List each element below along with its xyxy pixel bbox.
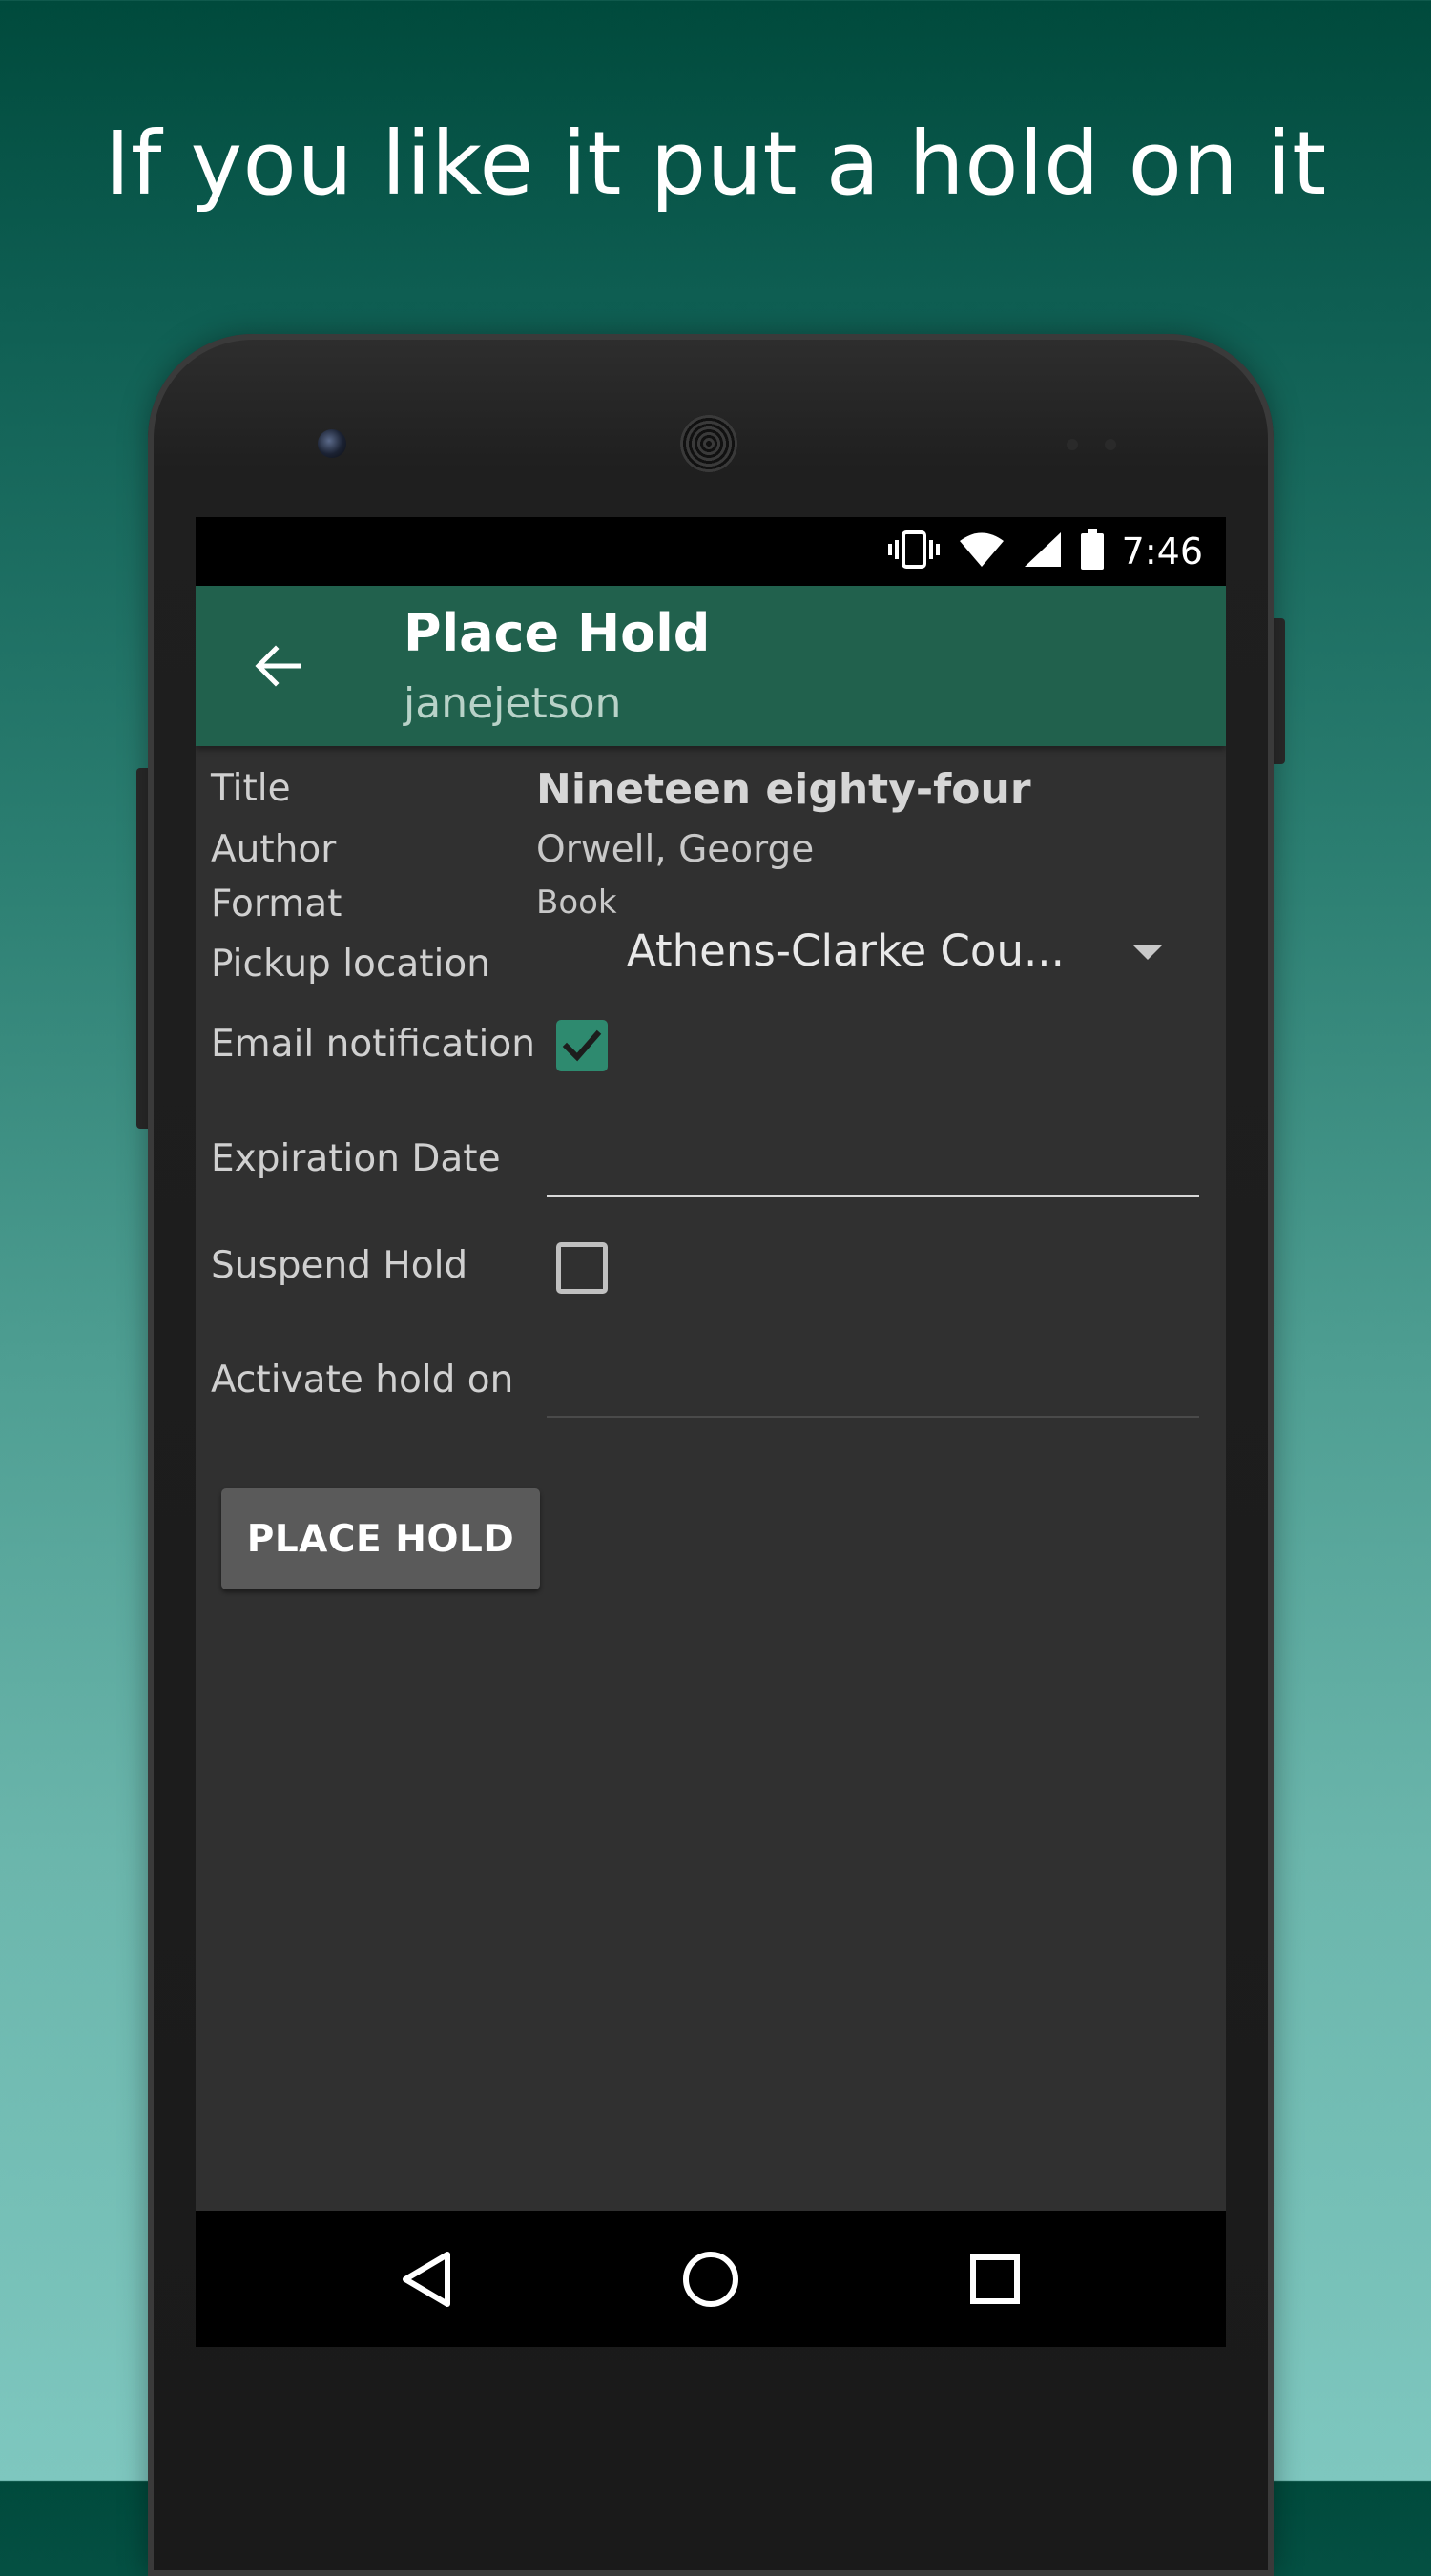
promo-headline: If you like it put a hold on it [104,113,1327,215]
suspend-hold-label: Suspend Hold [211,1244,468,1287]
activate-hold-label: Activate hold on [211,1359,514,1402]
app-toolbar: Place Hold janejetson [196,586,1226,746]
title-value: Nineteen eighty-four [536,765,1031,814]
front-camera [318,429,346,458]
proximity-sensor [1067,439,1078,450]
format-label: Format [211,883,342,925]
signal-icon [1023,530,1063,572]
email-notification-checkbox[interactable] [556,1020,608,1071]
email-notification-label: Email notification [211,1023,535,1066]
account-name: janejetson [404,679,622,728]
status-time: 7:46 [1121,530,1203,572]
battery-icon [1080,529,1105,574]
back-button[interactable] [245,634,310,698]
author-value: Orwell, George [536,828,815,871]
phone-screen: 7:46 Place Hold janejetson Title Ninetee… [196,517,1226,2347]
nav-back-button[interactable] [386,2239,467,2319]
format-value: Book [536,883,617,922]
recents-square-icon [970,2254,1020,2304]
back-triangle-icon [403,2252,450,2307]
system-navigation-bar [196,2211,1226,2347]
nav-home-button[interactable] [671,2239,751,2319]
page-title: Place Hold [404,603,711,663]
earpiece-speaker [680,415,737,472]
expiration-date-input[interactable] [547,1137,1199,1197]
pickup-location-value: Athens-Clarke Cou... [627,925,1065,976]
light-sensor [1105,439,1116,450]
place-hold-button[interactable]: PLACE HOLD [221,1488,540,1589]
activate-hold-date-input[interactable] [547,1359,1199,1418]
home-circle-icon [683,2252,738,2307]
author-label: Author [211,828,337,871]
suspend-hold-checkbox[interactable] [556,1242,608,1294]
nav-recents-button[interactable] [955,2239,1035,2319]
phone-power-button [1272,618,1285,764]
pickup-location-dropdown[interactable]: Athens-Clarke Cou... [627,925,1199,992]
title-label: Title [211,767,291,810]
checkmark-icon [562,1029,602,1062]
status-bar: 7:46 [196,517,1226,586]
expiration-date-label: Expiration Date [211,1137,501,1180]
arrow-back-icon [255,645,301,687]
wifi-icon [958,530,1006,572]
pickup-location-label: Pickup location [211,943,490,986]
dropdown-arrow-icon [1132,945,1163,960]
vibrate-icon [887,530,941,572]
